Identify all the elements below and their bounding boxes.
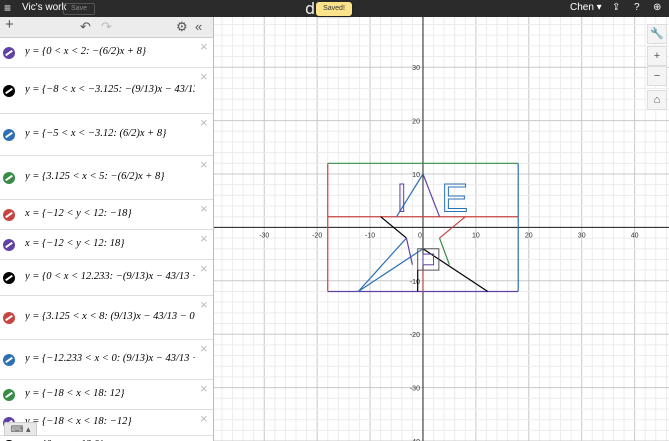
- zoom-out-button[interactable]: −: [647, 66, 667, 86]
- x-tick-label: 40: [631, 232, 639, 239]
- expression-color-icon[interactable]: [3, 312, 15, 324]
- home-icon[interactable]: ⌂: [647, 90, 667, 110]
- expression-input[interactable]: y = {−18 < x < 18: 12}: [25, 388, 195, 399]
- expression-toolbar: + ↶ ↷ ⚙ «: [0, 17, 213, 38]
- expression-row[interactable]: y = {0 < x < 2: −(6/2)x + 8} ×: [0, 38, 213, 68]
- x-tick-label: 10: [472, 232, 480, 239]
- expression-color-icon[interactable]: [3, 272, 15, 284]
- expression-row[interactable]: y = {0 < x < 12.0}×: [0, 436, 213, 441]
- settings-gear-icon[interactable]: ⚙: [176, 19, 188, 35]
- collapse-panel-button[interactable]: «: [195, 19, 202, 35]
- expression-input[interactable]: y = {3.125 < x < 5: −(6/2)x + 8}: [25, 171, 195, 182]
- expression-row[interactable]: y = {−18 < x < 18: 12} ×: [0, 380, 213, 410]
- delete-expression-icon[interactable]: ×: [200, 298, 208, 311]
- expression-input[interactable]: y = {0 < x < 2: −(6/2)x + 8}: [25, 46, 195, 57]
- delete-expression-icon[interactable]: ×: [200, 412, 208, 425]
- expression-input[interactable]: y = {−18 < x < 18: −12}: [25, 416, 195, 427]
- expression-row[interactable]: y = {−12.233 < x < 0: (9/13)x − 43/13 − …: [0, 340, 213, 380]
- delete-expression-icon[interactable]: ×: [200, 158, 208, 171]
- expression-row[interactable]: y = {−8 < x < −3.125: −(9/13)x − 43/13 −…: [0, 68, 213, 114]
- y-tick-label: 10: [412, 172, 420, 179]
- y-tick-label: 30: [412, 65, 420, 72]
- graph-title[interactable]: Vic's work: [22, 2, 67, 14]
- top-bar: ≡ Vic's work Save de os Saved! Chen ▾ ⇪ …: [0, 0, 669, 17]
- delete-expression-icon[interactable]: ×: [200, 70, 208, 83]
- y-tick-label: 20: [412, 119, 420, 126]
- delete-expression-icon[interactable]: ×: [200, 232, 208, 245]
- expression-row[interactable]: y = {3.125 < x < 5: −(6/2)x + 8} ×: [0, 156, 213, 200]
- expression-color-icon[interactable]: [3, 47, 15, 59]
- x-tick-label: 30: [578, 232, 586, 239]
- wrench-icon[interactable]: 🔧: [647, 24, 667, 44]
- x-tick-label: -10: [365, 232, 375, 239]
- expression-input[interactable]: y = {3.125 < x < 8: (9/13)x − 43/13 − 0.…: [25, 311, 195, 322]
- x-tick-label: 0: [418, 232, 422, 239]
- expression-color-icon[interactable]: [3, 172, 15, 184]
- expression-row[interactable]: x = {−12 < y < 12: −18} ×: [0, 200, 213, 230]
- y-tick-label: -30: [410, 386, 420, 393]
- expression-input[interactable]: y = {0 < x < 12.233: −(9/13)x − 43/13 − …: [25, 271, 195, 282]
- graph-paper[interactable]: -30-20-10010203040302010-10-20-30-40IE: [214, 17, 669, 441]
- expression-input[interactable]: x = {−12 < y < 12: 18}: [25, 238, 195, 249]
- expression-input[interactable]: y = {−12.233 < x < 0: (9/13)x − 43/13 − …: [25, 353, 195, 364]
- letter-e: E: [441, 176, 468, 220]
- user-menu[interactable]: Chen ▾: [570, 2, 602, 14]
- star-line: [405, 237, 413, 265]
- delete-expression-icon[interactable]: ×: [200, 382, 208, 395]
- expression-color-icon[interactable]: [3, 85, 15, 97]
- expression-color-icon[interactable]: [3, 129, 15, 141]
- expression-row[interactable]: x = {−12 < y < 12: 18} ×: [0, 230, 213, 260]
- saved-toast: Saved!: [316, 2, 352, 16]
- expression-row[interactable]: y = {−5 < x < −3.12: (6/2)x + 8} ×: [0, 114, 213, 156]
- expression-row[interactable]: y = {0 < x < 12.233: −(9/13)x − 43/13 − …: [0, 260, 213, 296]
- expression-color-icon[interactable]: [3, 209, 15, 221]
- expression-input[interactable]: x = {−12 < y < 12: −18}: [25, 208, 195, 219]
- delete-expression-icon[interactable]: ×: [200, 342, 208, 355]
- save-button[interactable]: Save: [63, 3, 95, 15]
- y-tick-label: -10: [410, 279, 420, 286]
- expression-row[interactable]: y = {3.125 < x < 8: (9/13)x − 43/13 − 0.…: [0, 296, 213, 340]
- x-tick-label: -30: [259, 232, 269, 239]
- y-tick-label: -20: [410, 332, 420, 339]
- undo-button[interactable]: ↶: [80, 19, 91, 35]
- redo-button[interactable]: ↷: [101, 19, 112, 35]
- x-tick-label: 20: [525, 232, 533, 239]
- help-icon[interactable]: ?: [634, 1, 640, 15]
- expression-input[interactable]: y = {−5 < x < −3.12: (6/2)x + 8}: [25, 128, 195, 139]
- expression-color-icon[interactable]: [3, 239, 15, 251]
- expression-input[interactable]: y = {−8 < x < −3.125: −(9/13)x − 43/13 −: [25, 84, 195, 95]
- delete-expression-icon[interactable]: ×: [200, 262, 208, 275]
- expression-list: + ↶ ↷ ⚙ « y = {0 < x < 2: −(6/2)x + 8} × y…: [0, 17, 214, 441]
- add-expression-button[interactable]: +: [5, 17, 14, 33]
- letter-i: I: [396, 176, 407, 220]
- expression-color-icon[interactable]: [3, 354, 15, 366]
- x-tick-label: -20: [312, 232, 322, 239]
- zoom-in-button[interactable]: +: [647, 46, 667, 66]
- delete-expression-icon[interactable]: ×: [200, 40, 208, 53]
- share-icon[interactable]: ⇪: [612, 1, 620, 15]
- hamburger-icon[interactable]: ≡: [4, 1, 11, 15]
- keyboard-toggle-button[interactable]: ⌨ ▴: [4, 422, 37, 436]
- delete-expression-icon[interactable]: ×: [200, 116, 208, 129]
- globe-icon[interactable]: ⊕: [653, 1, 661, 15]
- expression-color-icon[interactable]: [3, 389, 15, 401]
- delete-expression-icon[interactable]: ×: [200, 202, 208, 215]
